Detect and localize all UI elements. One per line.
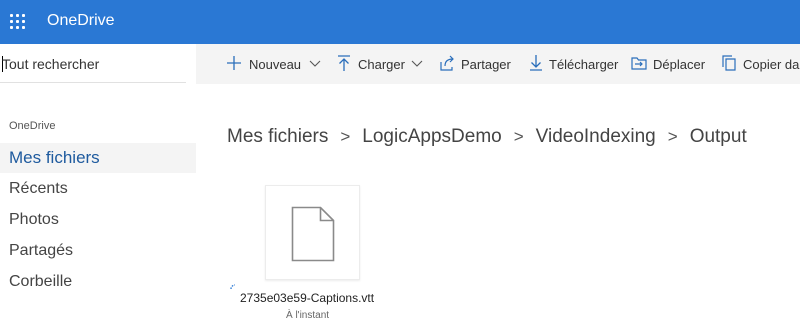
app-title[interactable]: OneDrive <box>47 12 115 30</box>
breadcrumb-separator-icon: > <box>340 127 351 146</box>
copy-label: Copier da <box>743 57 800 72</box>
nav-item-label: Partagés <box>9 242 74 259</box>
chevron-down-icon <box>411 60 423 67</box>
main-content: Mes fichiers > LogicAppsDemo > VideoIndexing… <box>196 84 800 336</box>
breadcrumb-videoindexing[interactable]: VideoIndexing <box>536 126 656 148</box>
sync-spinner-icon <box>230 284 236 290</box>
nav-item-my-files[interactable]: Mes fichiers <box>0 143 196 173</box>
nav-item-label: Photos <box>9 211 59 228</box>
move-to-icon <box>631 57 647 70</box>
new-button[interactable]: Nouveau <box>226 44 322 84</box>
file-tile[interactable] <box>265 185 360 280</box>
document-icon <box>291 206 335 262</box>
new-label: Nouveau <box>249 57 302 72</box>
search-input[interactable] <box>2 54 182 74</box>
nav-item-recent[interactable]: Récents <box>0 174 196 204</box>
nav-item-label: Mes fichiers <box>9 148 100 167</box>
share-label: Partager <box>461 57 511 72</box>
command-bar: Nouveau Charger Partager Télécharger Dép… <box>196 44 800 84</box>
nav-section-label: OneDrive <box>9 120 56 132</box>
breadcrumb-separator-icon: > <box>513 127 524 146</box>
file-name[interactable]: 2735e03e59-Captions.vtt <box>240 291 374 305</box>
upload-label: Charger <box>358 57 405 72</box>
breadcrumb-separator-icon: > <box>667 127 678 146</box>
nav-item-recycle-bin[interactable]: Corbeille <box>0 267 196 297</box>
breadcrumb-my-files[interactable]: Mes fichiers <box>227 126 328 148</box>
share-button[interactable]: Partager <box>439 44 513 84</box>
search-box[interactable] <box>0 44 186 83</box>
nav-item-label: Corbeille <box>9 273 73 290</box>
plus-icon <box>227 56 241 70</box>
download-label: Télécharger <box>549 57 619 72</box>
app-launcher-icon[interactable] <box>10 14 26 30</box>
file-modified-time: À l'instant <box>286 310 330 321</box>
upload-button[interactable]: Charger <box>336 44 424 84</box>
nav-item-shared[interactable]: Partagés <box>0 236 196 266</box>
copy-icon <box>722 55 736 71</box>
nav-item-label: Récents <box>9 180 68 197</box>
share-icon <box>440 55 454 71</box>
left-navigation: OneDrive Mes fichiers Récents Photos Par… <box>0 44 196 336</box>
breadcrumb-logicappsdemo[interactable]: LogicAppsDemo <box>362 126 501 148</box>
move-button[interactable]: Déplacer <box>631 44 711 84</box>
move-label: Déplacer <box>653 57 706 72</box>
breadcrumb: Mes fichiers > LogicAppsDemo > VideoIndexing… <box>227 126 747 150</box>
suite-header: OneDrive <box>0 0 800 44</box>
download-icon <box>530 55 542 71</box>
copy-button[interactable]: Copier da <box>721 44 800 84</box>
download-button[interactable]: Télécharger <box>528 44 618 84</box>
upload-icon <box>338 55 350 71</box>
breadcrumb-output: Output <box>689 126 747 147</box>
chevron-down-icon <box>309 60 321 67</box>
nav-item-photos[interactable]: Photos <box>0 205 196 235</box>
